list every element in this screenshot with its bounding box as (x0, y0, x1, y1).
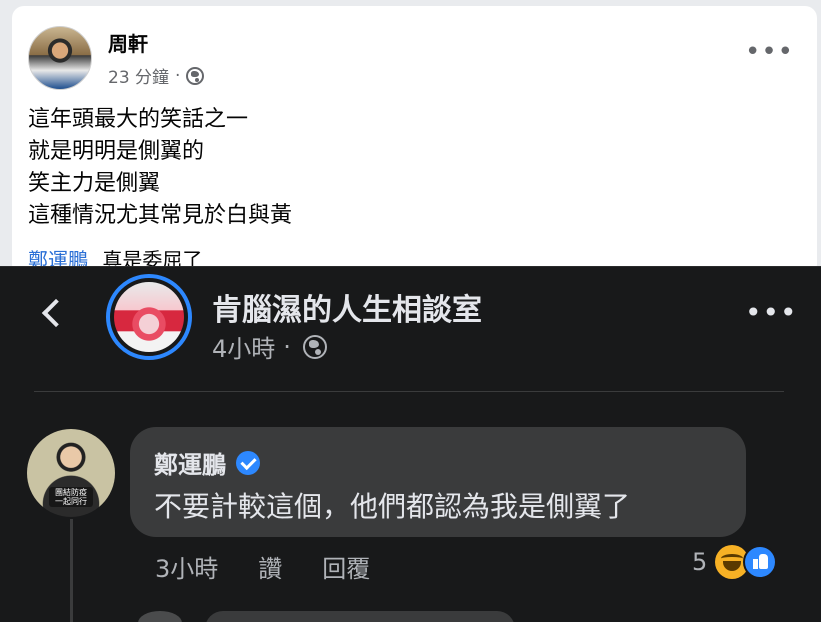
back-arrow-icon[interactable] (40, 299, 66, 329)
like-reaction-icon (743, 545, 778, 579)
more-options-icon[interactable]: ••• (745, 39, 794, 65)
thread-line (70, 519, 73, 622)
avatar-frame-text: 團結防疫 一起同行 (49, 487, 93, 507)
more-options-icon[interactable]: ••• (745, 299, 798, 327)
post-card: 周軒 23 分鐘 · ••• 這年頭最大的笑話之一 就是明明是側翼的 笑主力是側… (12, 6, 817, 276)
post-line: 笑主力是側翼 (28, 171, 161, 196)
reaction-summary[interactable]: 5 (692, 545, 778, 579)
commenter-avatar[interactable]: 團結防疫 一起同行 (27, 429, 115, 517)
globe-icon (186, 66, 205, 85)
like-button[interactable]: 讚 (258, 549, 282, 584)
verified-badge-icon (236, 450, 260, 475)
globe-icon (302, 334, 327, 359)
embedded-screenshot: 肯腦濕的人生相談室 4小時 · ••• 團結防疫 一起同行 鄭運鵬 不要計較這個… (0, 266, 821, 622)
comment-actions: 3小時 讚 回覆 (155, 549, 370, 584)
post-author-name[interactable]: 周軒 (108, 28, 148, 57)
page-avatar-image (114, 282, 184, 352)
reaction-count: 5 (692, 548, 708, 576)
commenter-row: 鄭運鵬 (154, 445, 260, 480)
author-avatar[interactable] (28, 26, 92, 90)
comment-bubble: 鄭運鵬 不要計較這個，他們都認為我是側翼了 (130, 427, 746, 537)
reply-avatar (138, 611, 182, 622)
comment-timestamp[interactable]: 3小時 (155, 549, 218, 584)
page-timestamp[interactable]: 4小時 (212, 329, 275, 364)
post-meta: 23 分鐘 · (108, 63, 205, 88)
reply-bubble (205, 611, 515, 622)
page-meta: 4小時 · (212, 329, 327, 364)
post-line: 就是明明是側翼的 (28, 139, 205, 164)
post-line: 這年頭最大的笑話之一 (28, 107, 249, 132)
post-text: 這年頭最大的笑話之一 就是明明是側翼的 笑主力是側翼 這種情況尤其常見於白與黃 (28, 104, 292, 232)
comment-text: 不要計較這個，他們都認為我是側翼了 (154, 490, 631, 523)
meta-separator: · (283, 332, 291, 361)
divider (34, 391, 784, 392)
reply-button[interactable]: 回覆 (322, 549, 370, 584)
page-avatar[interactable] (106, 274, 192, 360)
post-timestamp[interactable]: 23 分鐘 (108, 63, 169, 88)
page-name[interactable]: 肯腦濕的人生相談室 (212, 285, 482, 329)
commenter-name[interactable]: 鄭運鵬 (154, 445, 226, 480)
post-line: 這種情況尤其常見於白與黃 (28, 203, 293, 228)
meta-separator: · (175, 65, 181, 86)
